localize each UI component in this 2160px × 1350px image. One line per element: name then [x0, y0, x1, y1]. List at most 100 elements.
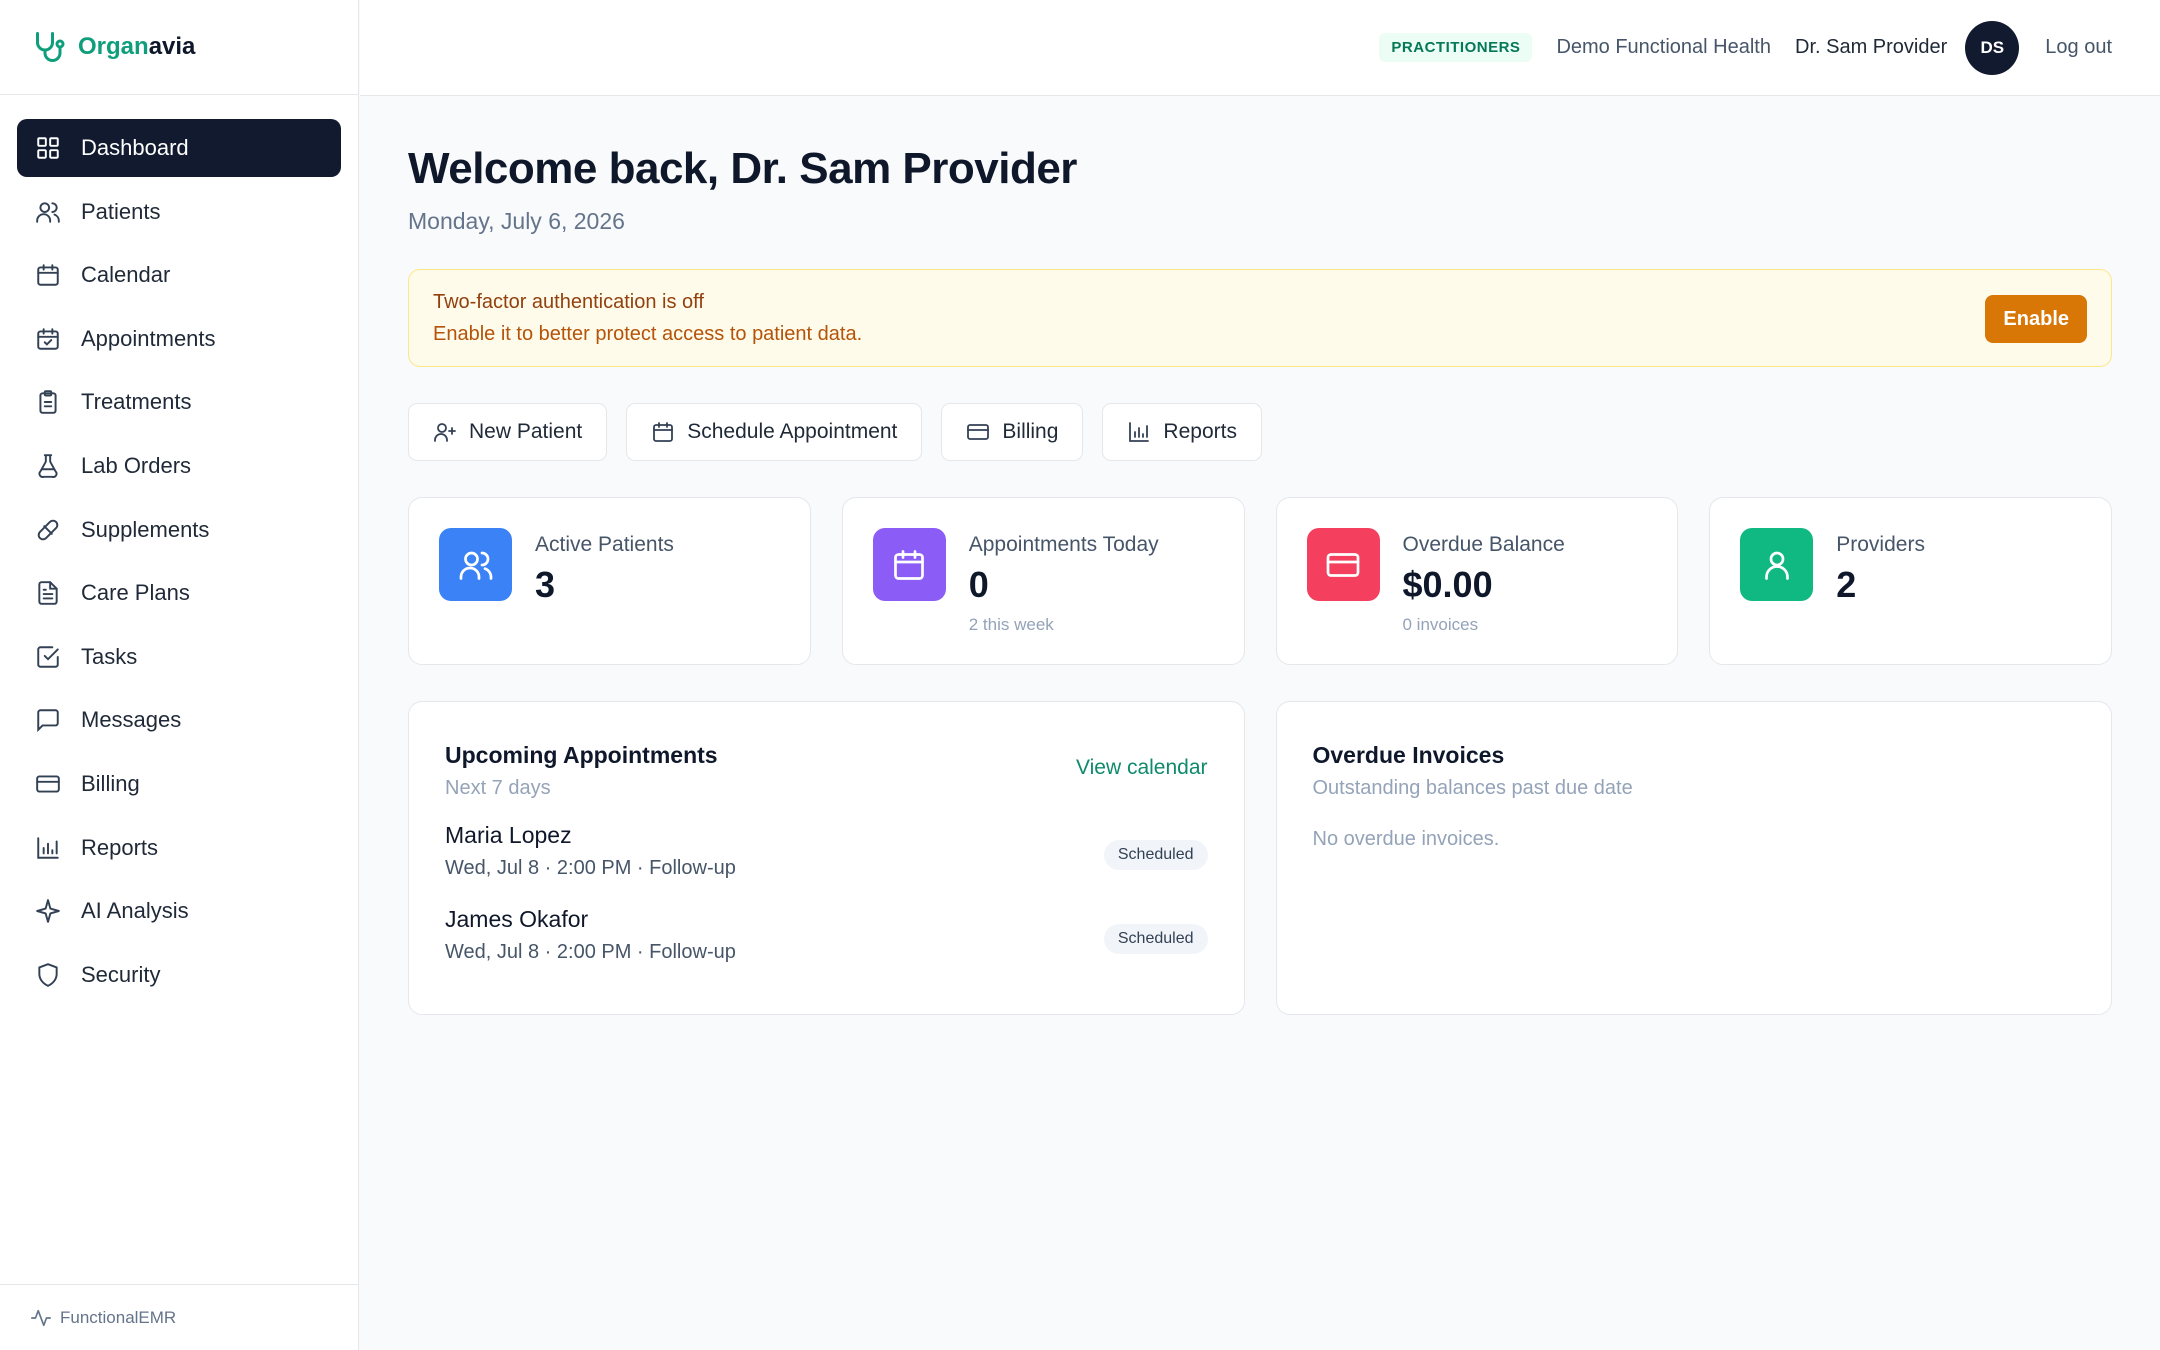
sidebar-item-dashboard[interactable]: Dashboard: [17, 119, 341, 177]
empty-state-message: No overdue invoices.: [1312, 828, 1500, 850]
sidebar-item-treatments[interactable]: Treatments: [17, 373, 341, 431]
button-label: Billing: [1002, 420, 1059, 443]
sidebar-item-patients[interactable]: Patients: [17, 183, 341, 241]
brand-name: Organavia: [78, 33, 196, 60]
stat-card-active-patients[interactable]: Active Patients 3: [408, 497, 811, 665]
calendar-icon: [653, 422, 674, 442]
page-title: Welcome back, Dr. Sam Provider: [408, 144, 1077, 193]
sidebar-item-label: Reports: [81, 834, 159, 860]
sidebar-item-lab-orders[interactable]: Lab Orders: [17, 437, 341, 495]
stat-subtext: 2 this week: [968, 615, 1054, 634]
sidebar: Organavia Dashboard Patients Calendar Ap…: [0, 0, 359, 1350]
stat-icon-box: [1306, 528, 1380, 601]
button-label: Reports: [1163, 420, 1237, 443]
role-badge: PRACTITIONERS: [1379, 33, 1533, 62]
appointment-list: Maria Lopez Wed, Jul 8 · 2:00 PM · Follo…: [445, 822, 1208, 990]
file-text-icon: [38, 581, 58, 605]
grid-icon: [37, 137, 59, 159]
upcoming-appointments-panel: Upcoming Appointments Next 7 days View c…: [408, 701, 1245, 1015]
user-name: Dr. Sam Provider: [1795, 36, 1948, 58]
user-plus-icon: [434, 423, 456, 442]
view-calendar-link[interactable]: View calendar: [1076, 756, 1208, 780]
button-label: Schedule Appointment: [687, 420, 898, 443]
sidebar-item-tasks[interactable]: Tasks: [17, 628, 341, 686]
reports-button[interactable]: Reports: [1102, 403, 1262, 461]
sidebar-item-label: Tasks: [81, 643, 138, 669]
credit-card-icon: [967, 424, 990, 440]
stat-label: Providers: [1836, 533, 1925, 556]
message-icon: [37, 709, 59, 733]
sidebar-item-messages[interactable]: Messages: [17, 691, 341, 749]
stats-row: Active Patients 3 Appointments Today 0 2…: [408, 497, 2112, 665]
sidebar-item-label: Security: [81, 961, 161, 987]
stat-card-providers[interactable]: Providers 2: [1709, 497, 2112, 665]
stat-label: Appointments Today: [968, 533, 1159, 556]
stethoscope-icon: [36, 32, 65, 62]
sidebar-footer: FunctionalEMR: [0, 1284, 358, 1350]
sidebar-item-care-plans[interactable]: Care Plans: [17, 564, 341, 622]
user-icon: [1764, 551, 1789, 580]
credit-card-icon: [36, 775, 60, 793]
org-name[interactable]: Demo Functional Health: [1556, 36, 1771, 59]
stat-card-appointments-today[interactable]: Appointments Today 0 2 this week: [841, 497, 1245, 665]
sidebar-item-label: Messages: [81, 707, 182, 733]
stat-icon-box: [439, 528, 512, 601]
pill-icon: [37, 519, 59, 540]
sidebar-item-label: Calendar: [81, 262, 171, 288]
stat-card-overdue-balance[interactable]: Overdue Balance $0.00 0 invoices: [1275, 497, 1679, 665]
appointment-patient-name: Maria Lopez: [445, 822, 572, 848]
footer-label: FunctionalEMR: [60, 1307, 177, 1327]
enable-2fa-button[interactable]: Enable: [1985, 295, 2087, 343]
alert-description: Enable it to better protect access to pa…: [433, 322, 863, 345]
check-square-icon: [37, 646, 59, 668]
appointment-details: Wed, Jul 8 · 2:00 PM · Follow-up: [445, 941, 736, 963]
main-content: Welcome back, Dr. Sam Provider Monday, J…: [408, 96, 2112, 1015]
list-item[interactable]: Maria Lopez Wed, Jul 8 · 2:00 PM · Follo…: [445, 822, 1208, 906]
flask-icon: [38, 454, 58, 478]
logout-link[interactable]: Log out: [2045, 36, 2112, 59]
sidebar-item-appointments[interactable]: Appointments: [17, 310, 341, 368]
two-factor-alert: Two-factor authentication is off Enable …: [408, 269, 2112, 367]
billing-button[interactable]: Billing: [941, 403, 1084, 461]
button-label: New Patient: [469, 420, 583, 443]
sidebar-item-label: Care Plans: [81, 580, 190, 606]
sidebar-item-calendar[interactable]: Calendar: [17, 246, 341, 304]
schedule-appointment-button[interactable]: Schedule Appointment: [626, 403, 923, 461]
status-badge: Scheduled: [1103, 924, 1208, 954]
brand-logo[interactable]: Organavia: [0, 0, 358, 95]
quick-actions: New Patient Schedule Appointment Billing…: [408, 403, 2112, 461]
stat-label: Active Patients: [535, 533, 674, 556]
calendar-check-icon: [37, 328, 59, 350]
current-date: Monday, July 6, 2026: [408, 208, 625, 234]
new-patient-button[interactable]: New Patient: [408, 403, 608, 461]
status-badge: Scheduled: [1103, 840, 1208, 870]
credit-card-icon: [1326, 552, 1360, 577]
sidebar-item-label: Supplements: [81, 516, 210, 542]
sidebar-item-billing[interactable]: Billing: [17, 755, 341, 813]
sidebar-item-label: Billing: [81, 770, 140, 796]
sidebar-item-reports[interactable]: Reports: [17, 819, 341, 877]
users-icon: [36, 201, 60, 223]
stat-value: 3: [535, 564, 556, 605]
list-item[interactable]: James Okafor Wed, Jul 8 · 2:00 PM · Foll…: [445, 906, 1208, 990]
bar-chart-icon: [37, 836, 59, 859]
stat-icon-box: [872, 528, 946, 601]
sidebar-item-label: Dashboard: [81, 135, 189, 160]
users-icon: [459, 551, 492, 580]
calendar-icon: [37, 264, 59, 286]
sidebar-item-label: AI Analysis: [81, 898, 189, 924]
sidebar-item-label: Appointments: [81, 325, 216, 351]
sidebar-item-label: Patients: [81, 198, 161, 224]
sidebar-item-supplements[interactable]: Supplements: [17, 501, 341, 559]
alert-body: Two-factor authentication is off Enable …: [433, 291, 862, 346]
overdue-invoices-panel: Overdue Invoices Outstanding balances pa…: [1275, 701, 2112, 1015]
activity-icon: [31, 1309, 51, 1326]
appointment-details: Wed, Jul 8 · 2:00 PM · Follow-up: [445, 857, 736, 879]
sidebar-item-security[interactable]: Security: [17, 946, 341, 1004]
avatar[interactable]: DS: [1965, 20, 2020, 75]
calendar-icon: [894, 549, 925, 580]
sidebar-item-label: Lab Orders: [81, 452, 192, 478]
sparkle-icon: [36, 899, 60, 923]
sidebar-item-ai-analysis[interactable]: AI Analysis: [17, 882, 341, 940]
panels-row: Upcoming Appointments Next 7 days View c…: [408, 701, 2112, 1015]
